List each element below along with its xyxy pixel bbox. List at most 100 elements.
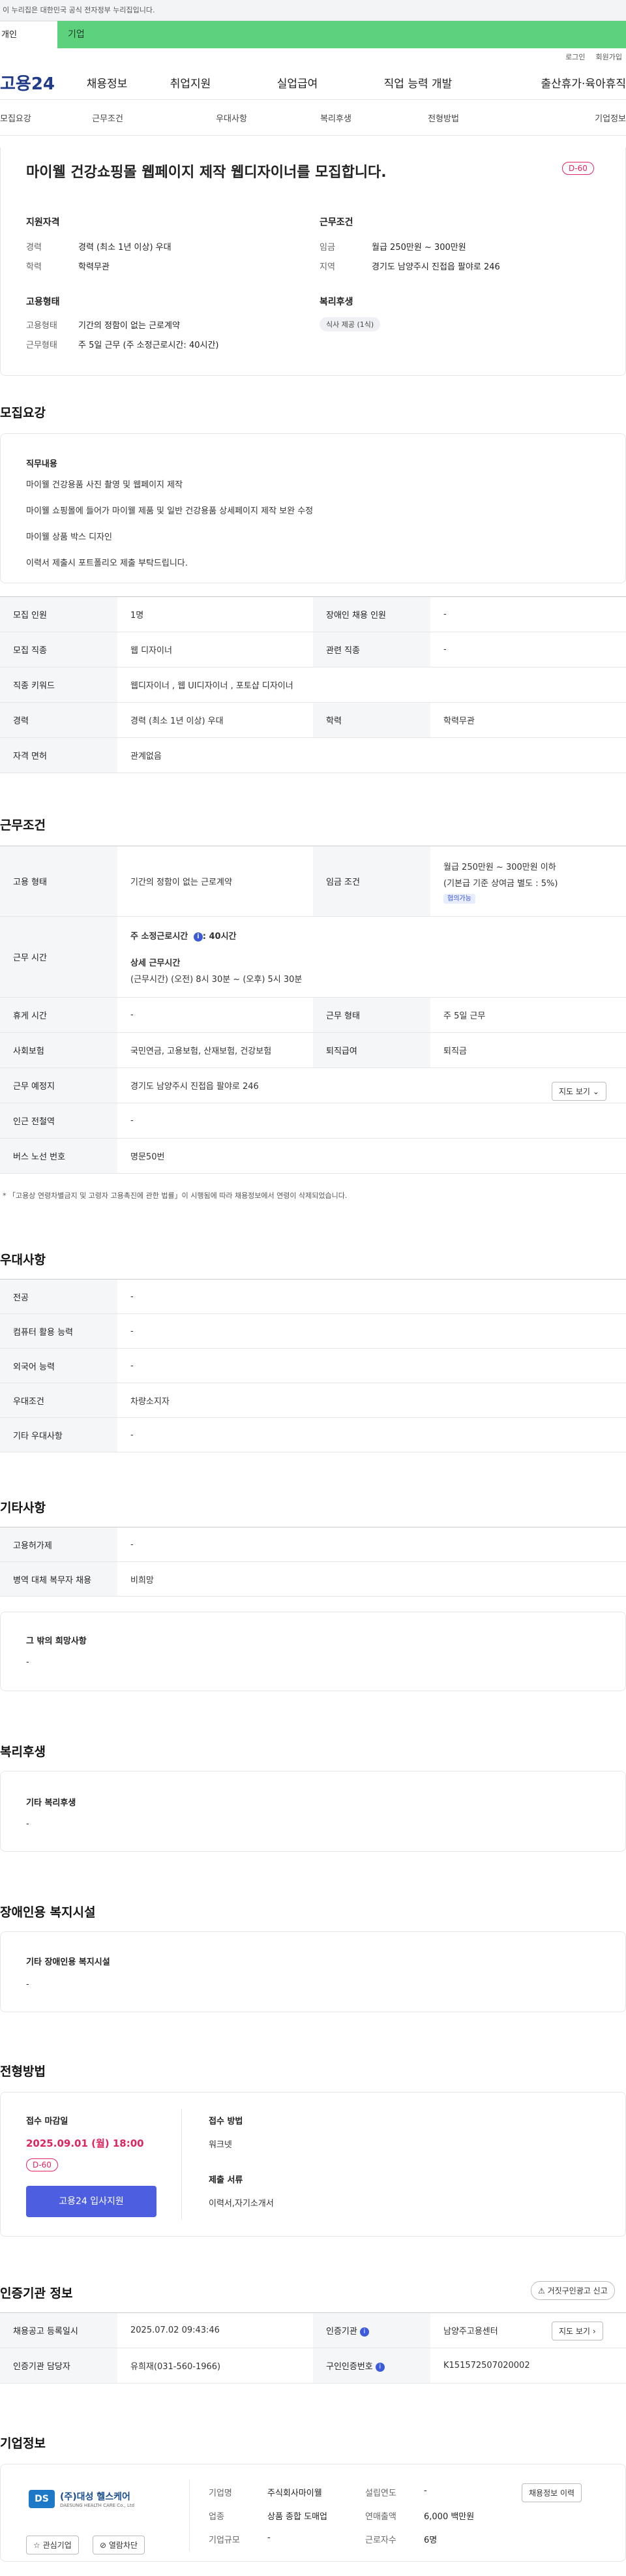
org-label: 인증기관 xyxy=(326,2327,357,2337)
fav-label: 관심기업 xyxy=(42,2541,72,2550)
subnav-recruit[interactable]: 모집요강 xyxy=(0,112,39,124)
tab-company[interactable]: 기업 xyxy=(57,21,626,48)
subnav-conditions[interactable]: 근무조건 xyxy=(39,112,176,124)
emp-title: 고용형태 xyxy=(26,297,60,307)
time-detail-label: 상세 근무시간 xyxy=(130,958,181,968)
time-hours-value: : 40시간 xyxy=(202,932,237,942)
process-title: 전형방법 xyxy=(0,2064,46,2079)
certno-value: K151572507020002 xyxy=(430,2348,626,2384)
company-emp: 근로자수 6명 xyxy=(365,2533,437,2545)
conditions-title: 근무조건 xyxy=(0,818,46,833)
wage-cond-line1: 월급 250만원 ~ 300만원 이하 xyxy=(443,862,556,872)
wage-cond-line2: (기본급 기준 상여금 별도 : 5%) xyxy=(443,878,558,889)
login-link[interactable]: 로그인 xyxy=(565,52,585,62)
wage-cond-label: 임금 조건 xyxy=(313,846,430,917)
subnav-company[interactable]: 기업정보 xyxy=(502,112,626,124)
block-label: 열람차단 xyxy=(108,2541,138,2550)
subway-label: 인근 전철역 xyxy=(0,1103,117,1139)
gnb-jobs[interactable]: 채용정보 xyxy=(78,74,136,91)
rev-label: 연매출액 xyxy=(365,2512,396,2522)
prefetc-label: 기타 우대사항 xyxy=(0,1417,117,1452)
ind-label: 업종 xyxy=(209,2512,224,2522)
docs-label: 제출 서류 xyxy=(209,2175,243,2185)
ins-value: 국민연금, 고용보험, 산재보험, 건강보험 xyxy=(117,1032,313,1068)
rel-value: - xyxy=(430,632,626,667)
edu-value: 학력무관 xyxy=(78,262,110,272)
block-icon: ⊘ xyxy=(100,2541,107,2550)
table-row: 고용허가제 - xyxy=(0,1527,626,1562)
wage-label: 임금 xyxy=(320,243,335,253)
kw-label: 직종 키워드 xyxy=(0,667,117,703)
job-value: 웹 디자이너 xyxy=(117,632,313,667)
summary-wage: 임금 월급 250만원 ~ 300만원 xyxy=(320,240,466,253)
map-button[interactable]: 지도 보기 ⌄ xyxy=(552,1082,606,1101)
apply-button[interactable]: 고용24 입사지원 xyxy=(26,2186,156,2217)
rep-value: 주식회사마이웰 xyxy=(267,2489,322,2498)
mgr-label: 인증기관 담당자 xyxy=(0,2348,117,2384)
info-icon[interactable]: i xyxy=(193,932,203,942)
summary-region: 지역 경기도 남양주시 진접읍 팔야로 246 xyxy=(320,260,500,272)
fav-company-button[interactable]: ☆ 관심기업 xyxy=(26,2536,79,2554)
subnav-preferences[interactable]: 우대사항 xyxy=(176,112,287,124)
map-button-label: 지도 보기 xyxy=(559,1087,590,1096)
table-row: 자격 면허 관계없음 xyxy=(0,737,626,773)
logo[interactable]: 고용24 xyxy=(0,70,78,95)
form-value: 주 5일 근무 xyxy=(430,997,626,1033)
time-hours-label: 주 소정근로시간 xyxy=(130,932,191,942)
gnb-unemployment[interactable]: 실업급여 xyxy=(245,74,350,91)
place-value: 경기도 남양주시 진접읍 팔야로 246 xyxy=(117,1067,626,1103)
lang-label: 외국어 능력 xyxy=(0,1348,117,1383)
block-button[interactable]: ⊘ 열람차단 xyxy=(93,2536,145,2554)
kw-value: 웹디자이너 , 웹 UI디자이너 , 포토샵 디자이너 xyxy=(117,667,626,703)
deadline-label: 접수 마감일 xyxy=(26,2117,68,2126)
pref-table: 전공 - 컴퓨터 활용 능력 - 외국어 능력 - 우대조건 차량소지자 기타 우대사항… xyxy=(0,1279,626,1452)
welfare-pill: 식사 제공 (1식) xyxy=(320,317,381,331)
prefcond-value: 차량소지자 xyxy=(117,1383,626,1418)
table-row: 컴퓨터 활용 능력 - xyxy=(0,1313,626,1349)
signup-link[interactable]: 회원가입 xyxy=(596,52,622,62)
gov-banner: 이 누리집은 대한민국 공식 전자정부 누리집입니다. xyxy=(0,0,626,21)
report-button[interactable]: ⚠ 거짓구인광고 신고 xyxy=(531,2281,615,2300)
car-value: 경력 (최소 1년 이상) 우대 xyxy=(117,702,313,738)
info-icon[interactable]: i xyxy=(359,2327,369,2337)
gnb-leave[interactable]: 출산휴가·육아휴직 xyxy=(486,74,626,91)
num-value: 1명 xyxy=(117,596,313,632)
history-button[interactable]: 채용정보 이력 xyxy=(522,2483,582,2502)
hire-value: - xyxy=(117,1527,626,1562)
table-row: 채용공고 등록일시 2025.07.02 09:43:46 인증기관 i 남양주고… xyxy=(0,2312,626,2348)
dis-label: 장애인 채용 인원 xyxy=(313,596,430,632)
est-label: 설립연도 xyxy=(365,2489,396,2498)
major-value: - xyxy=(117,1279,626,1314)
welfare-sub: 기타 복리후생 xyxy=(26,1798,76,1808)
gnb-employment-support[interactable]: 취업지원 xyxy=(136,74,245,91)
mgr-value: 유희재(031-560-1966) xyxy=(117,2348,313,2384)
emp-label: 고용 형태 xyxy=(0,846,117,917)
org-map-button[interactable]: 지도 보기 › xyxy=(552,2322,603,2340)
region-value: 경기도 남양주시 진접읍 팔야로 246 xyxy=(372,262,500,272)
table-row: 인근 전철역 - xyxy=(0,1103,626,1139)
bus-value: 명문50번 xyxy=(117,1138,626,1174)
tab-personal[interactable]: 개인 xyxy=(0,21,57,48)
welfare-box xyxy=(0,1771,626,1852)
conditions-table: 고용 형태 기간의 정함이 없는 근로계약 임금 조건 월급 250만원 ~ 3… xyxy=(0,846,626,1174)
process-dday: D-60 xyxy=(26,2158,58,2171)
table-row: 근무 시간 주 소정근로시간 i: 40시간 상세 근무시간 (근무시간) (오… xyxy=(0,916,626,998)
deadline-value: 2025.09.01 (월) 18:00 xyxy=(26,2138,144,2149)
lang-value: - xyxy=(117,1348,626,1383)
company-ind: 업종 상품 종합 도매업 xyxy=(209,2509,327,2522)
empcount-value: 6명 xyxy=(424,2536,438,2545)
rev-value: 6,000 백만원 xyxy=(424,2512,475,2522)
summary-edu: 학력 학력무관 xyxy=(26,260,110,272)
info-icon[interactable]: i xyxy=(375,2362,385,2372)
cert-table: 채용공고 등록일시 2025.07.02 09:43:46 인증기관 i 남양주고… xyxy=(0,2312,626,2384)
disabled-sub: 기타 장애인용 복지시설 xyxy=(26,1957,110,1967)
subnav-process[interactable]: 전형방법 xyxy=(385,112,502,124)
gnb-training[interactable]: 직업 능력 개발 xyxy=(350,74,486,91)
subnav-welfare[interactable]: 복리후생 xyxy=(287,112,385,124)
company-logo-text: DAESUNG HEALTH CARE Co., Ltd xyxy=(60,2503,135,2508)
rest-label: 휴게 시간 xyxy=(0,997,117,1033)
duty-line-3: 마이웰 상품 박스 디자인 xyxy=(26,532,112,542)
mil-label: 병역 대체 복무자 채용 xyxy=(0,1561,117,1597)
company-rev: 연매출액 6,000 백만원 xyxy=(365,2509,474,2522)
worktype-value: 주 5일 근무 (주 소정근로시간: 40시간) xyxy=(78,341,219,350)
